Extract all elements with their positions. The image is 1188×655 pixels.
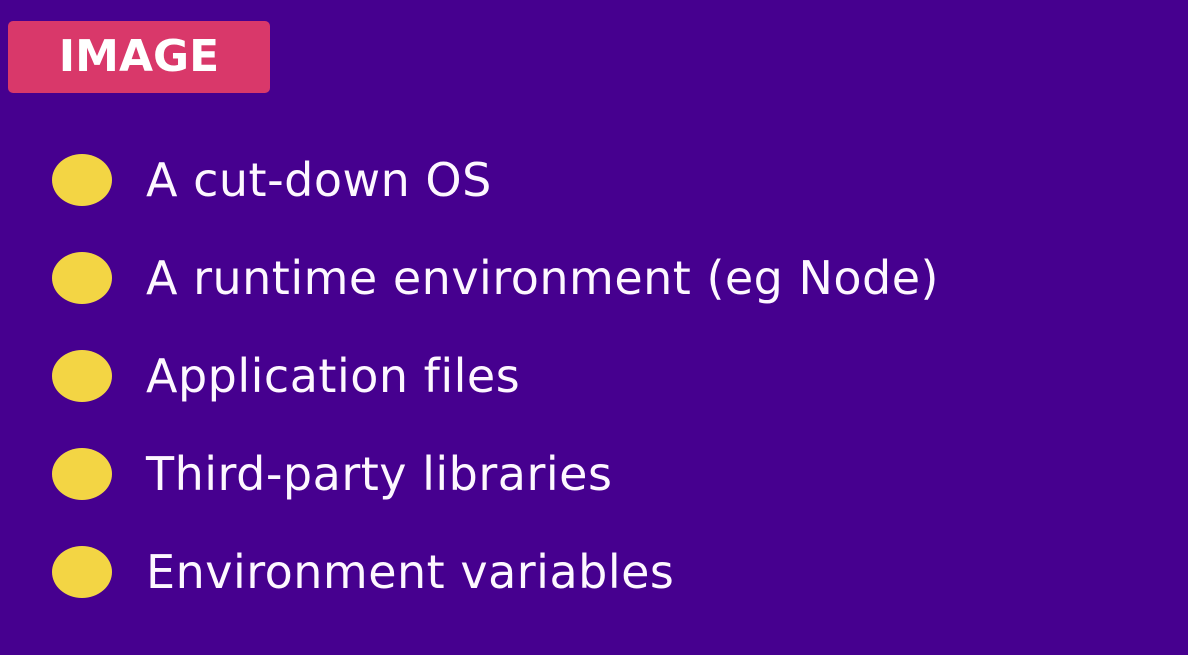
- bullet-dot-icon: [52, 350, 112, 402]
- bullet-item-application-files: Application files: [52, 346, 520, 406]
- bullet-item-environment-variables: Environment variables: [52, 542, 674, 602]
- bullet-dot-icon: [52, 546, 112, 598]
- bullet-list: A cut-down OS A runtime environment (eg …: [0, 0, 1188, 655]
- bullet-item-runtime-environment: A runtime environment (eg Node): [52, 248, 939, 308]
- bullet-dot-icon: [52, 448, 112, 500]
- bullet-dot-icon: [52, 252, 112, 304]
- bullet-label: A runtime environment (eg Node): [146, 251, 940, 305]
- bullet-label: Third-party libraries: [146, 447, 613, 501]
- bullet-item-cut-down-os: A cut-down OS: [52, 150, 492, 210]
- bullet-label: Environment variables: [146, 545, 675, 599]
- bullet-dot-icon: [52, 154, 112, 206]
- bullet-label: Application files: [146, 349, 521, 403]
- bullet-item-third-party-libraries: Third-party libraries: [52, 444, 612, 504]
- bullet-label: A cut-down OS: [146, 153, 492, 207]
